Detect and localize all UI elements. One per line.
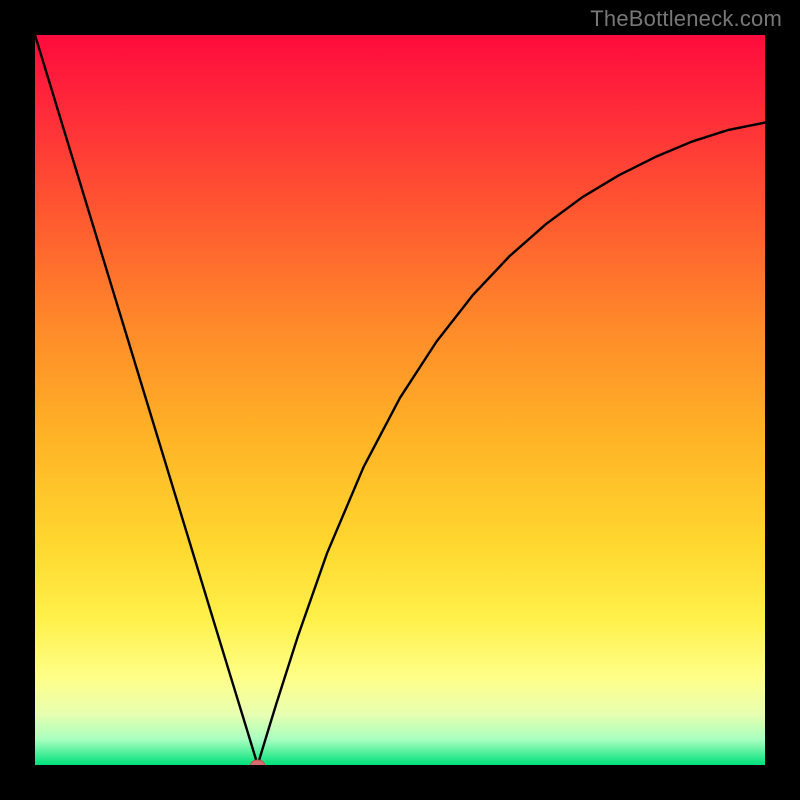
chart-frame: TheBottleneck.com <box>0 0 800 800</box>
chart-plot <box>35 35 765 765</box>
watermark-text: TheBottleneck.com <box>590 6 782 32</box>
